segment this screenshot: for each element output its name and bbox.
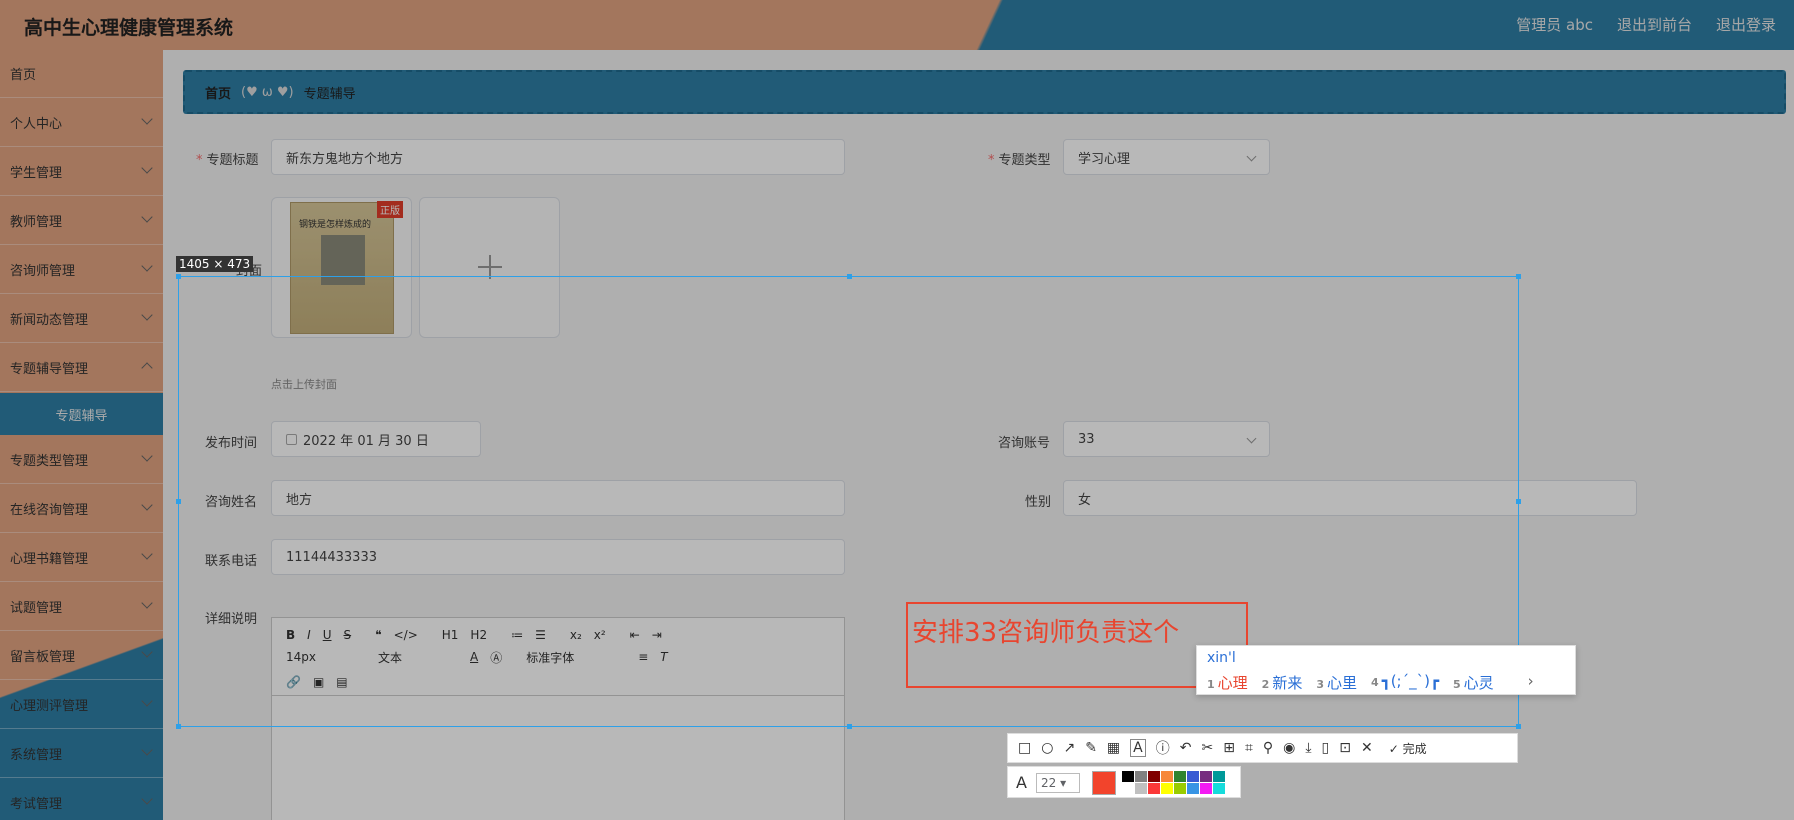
ellipse-tool-icon[interactable]: ○ <box>1041 740 1053 756</box>
undo-icon[interactable]: ↶ <box>1180 740 1192 756</box>
ime-candidate[interactable]: 4 ┓(;´_`)┏ <box>1371 672 1439 693</box>
translate-icon[interactable]: ⊞ <box>1223 740 1235 756</box>
text-tool-icon[interactable]: A <box>1130 739 1146 757</box>
mosaic-tool-icon[interactable]: ▦ <box>1107 740 1120 756</box>
resize-handle[interactable] <box>1516 499 1521 504</box>
number-tool-icon[interactable]: ⓘ <box>1156 738 1170 758</box>
color-swatch[interactable] <box>1174 783 1186 794</box>
ime-input: xin'l <box>1207 650 1236 666</box>
color-swatch[interactable] <box>1122 771 1134 782</box>
color-swatch[interactable] <box>1187 771 1199 782</box>
font-icon: A <box>1016 773 1027 792</box>
download-icon[interactable]: ⤓ <box>1305 740 1311 756</box>
color-swatch[interactable] <box>1161 771 1173 782</box>
resize-handle[interactable] <box>1516 274 1521 279</box>
scissor-icon[interactable]: ✂ <box>1201 740 1213 756</box>
color-swatch[interactable] <box>1174 771 1186 782</box>
record-icon[interactable]: ◉ <box>1283 740 1295 756</box>
ime-candidate[interactable]: 2 新来 <box>1262 672 1303 693</box>
resize-handle[interactable] <box>847 724 852 729</box>
color-swatch[interactable] <box>1148 783 1160 794</box>
pin-icon[interactable]: ⚲ <box>1263 740 1273 756</box>
phone-icon[interactable]: ▯ <box>1322 740 1330 756</box>
ime-candidate-window: xin'l 1 心理 2 新来 3 心里 4 ┓(;´_`)┏ 5 心灵 › <box>1196 645 1576 695</box>
current-color-swatch[interactable] <box>1092 771 1116 795</box>
resize-handle[interactable] <box>176 724 181 729</box>
close-icon[interactable]: ✕ <box>1361 740 1373 756</box>
color-swatch[interactable] <box>1200 771 1212 782</box>
color-swatch[interactable] <box>1148 771 1160 782</box>
color-swatch[interactable] <box>1122 783 1134 794</box>
color-swatch[interactable] <box>1161 783 1173 794</box>
ocr-icon[interactable]: ⌗ <box>1245 740 1253 756</box>
resize-handle[interactable] <box>847 274 852 279</box>
ime-candidate[interactable]: 5 心灵 <box>1453 672 1494 693</box>
color-palette <box>1122 771 1225 794</box>
capture-toolbar: □ ○ ↗ ✎ ▦ A ⓘ ↶ ✂ ⊞ ⌗ ⚲ ◉ ⤓ ▯ ⊡ ✕ ✓ 完成 <box>1007 733 1518 763</box>
pen-tool-icon[interactable]: ✎ <box>1085 740 1097 756</box>
ime-candidates: 1 心理 2 新来 3 心里 4 ┓(;´_`)┏ 5 心灵 › <box>1207 672 1534 693</box>
color-swatch[interactable] <box>1135 783 1147 794</box>
color-swatch[interactable] <box>1213 771 1225 782</box>
capture-size-label: 1405 × 473 <box>176 256 254 272</box>
ime-next-page[interactable]: › <box>1528 672 1534 693</box>
ime-candidate[interactable]: 3 心里 <box>1316 672 1357 693</box>
done-button[interactable]: ✓ 完成 <box>1389 740 1427 757</box>
bookmark-icon[interactable]: ⊡ <box>1339 740 1351 756</box>
resize-handle[interactable] <box>176 274 181 279</box>
arrow-tool-icon[interactable]: ↗ <box>1063 740 1075 756</box>
color-swatch[interactable] <box>1187 783 1199 794</box>
color-swatch[interactable] <box>1213 783 1225 794</box>
color-swatch[interactable] <box>1135 771 1147 782</box>
text-style-panel: A 22 ▾ <box>1007 766 1241 798</box>
color-swatch[interactable] <box>1200 783 1212 794</box>
resize-handle[interactable] <box>1516 724 1521 729</box>
rectangle-tool-icon[interactable]: □ <box>1018 740 1031 756</box>
font-size-select[interactable]: 22 ▾ <box>1036 773 1080 793</box>
ime-candidate[interactable]: 1 心理 <box>1207 672 1248 693</box>
resize-handle[interactable] <box>176 499 181 504</box>
